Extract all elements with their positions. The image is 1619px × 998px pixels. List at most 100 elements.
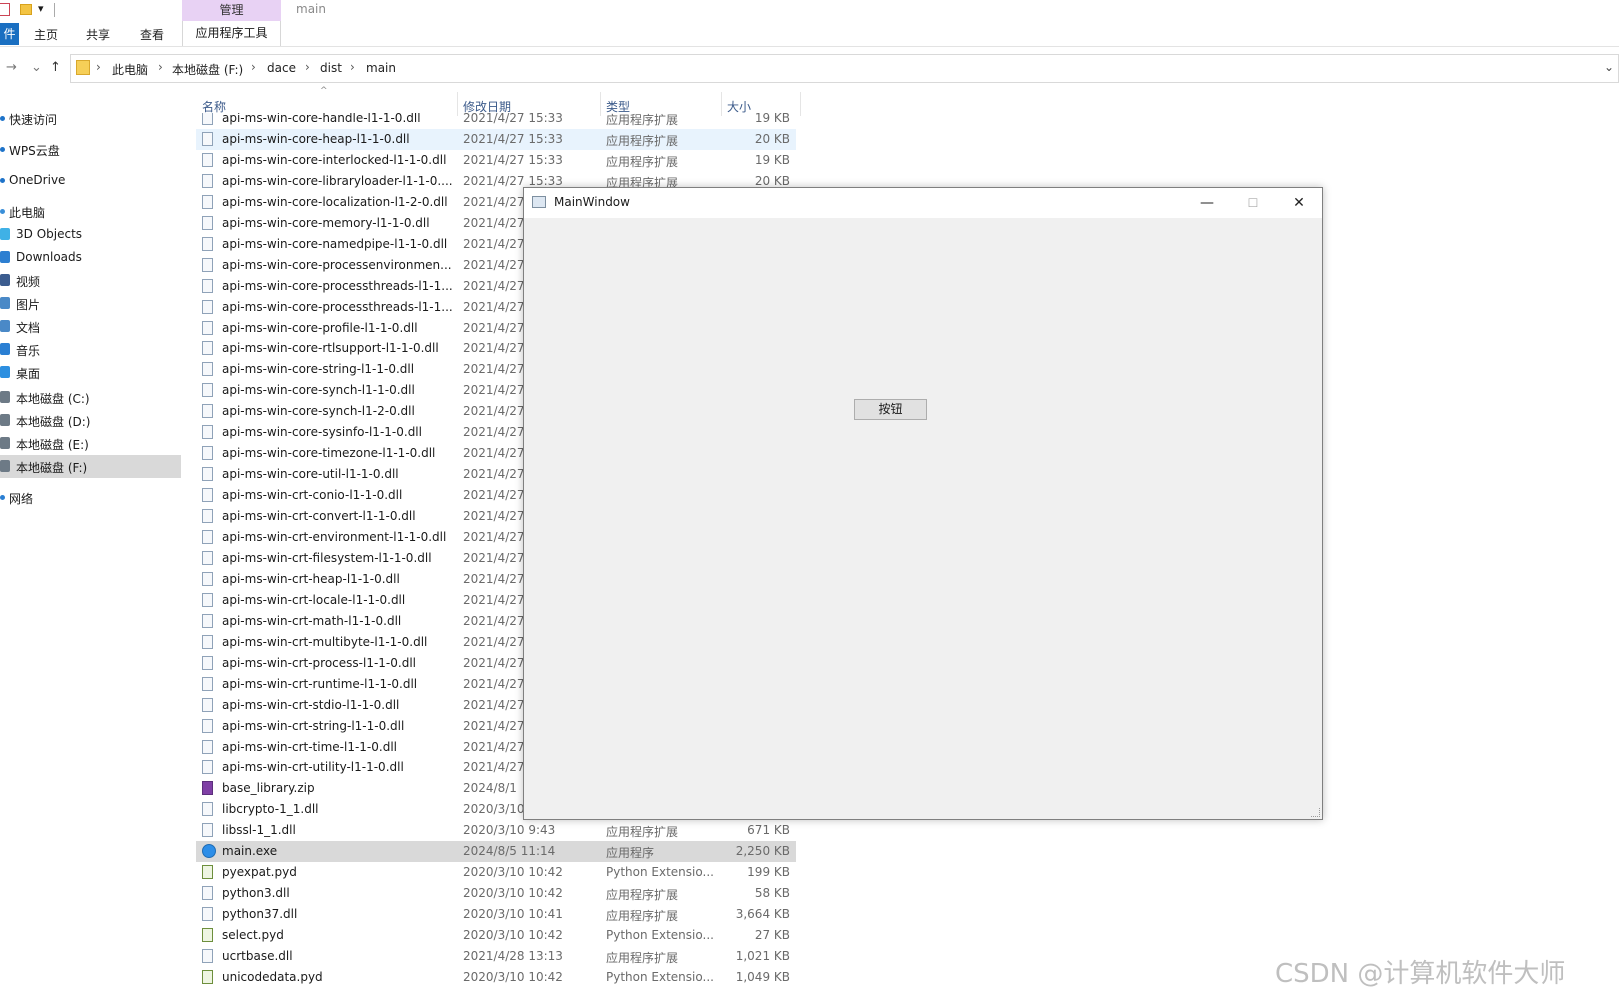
file-name: unicodedata.pyd bbox=[222, 969, 323, 984]
file-name: api-ms-win-core-profile-l1-1-0.dll bbox=[222, 320, 418, 335]
forward-button[interactable]: → bbox=[6, 60, 17, 75]
breadcrumb-separator[interactable]: › bbox=[96, 60, 101, 74]
file-size: 20 KB bbox=[754, 173, 790, 188]
dll-file-icon bbox=[202, 634, 213, 649]
sidebar-item[interactable]: 图片 bbox=[0, 292, 181, 315]
properties-icon[interactable] bbox=[0, 3, 10, 16]
tab-view[interactable]: 查看 bbox=[140, 26, 164, 43]
sidebar-item[interactable]: 本地磁盘 (E:) bbox=[0, 432, 181, 455]
pictures-icon bbox=[0, 297, 10, 309]
file-row[interactable]: libssl-1_1.dll 2020/3/10 9:43 应用程序扩展 671 KB bbox=[196, 820, 796, 841]
file-row[interactable]: python3.dll 2020/3/10 10:42 应用程序扩展 58 KB bbox=[196, 883, 796, 904]
file-row[interactable]: ucrtbase.dll 2021/4/28 13:13 应用程序扩展 1,021 K… bbox=[196, 946, 796, 967]
network-icon bbox=[0, 495, 5, 500]
minimize-button[interactable]: — bbox=[1184, 188, 1230, 218]
drive-icon bbox=[0, 414, 10, 426]
file-date: 2021/4/27 15:33 bbox=[463, 113, 563, 125]
file-size: 3,664 KB bbox=[735, 907, 790, 922]
sidebar-item[interactable]: 视频 bbox=[0, 269, 181, 292]
file-name: api-ms-win-core-libraryloader-l1-1-0.... bbox=[222, 173, 452, 188]
file-row[interactable]: python37.dll 2020/3/10 10:41 应用程序扩展 3,664 K… bbox=[196, 904, 796, 925]
sidebar-item[interactable]: Downloads bbox=[0, 246, 181, 269]
dll-file-icon bbox=[202, 550, 213, 565]
breadcrumb-separator[interactable]: › bbox=[251, 60, 256, 74]
breadcrumb-separator[interactable]: › bbox=[305, 60, 310, 74]
file-type: Python Extensio... bbox=[606, 969, 714, 984]
sidebar-item[interactable]: 网络 bbox=[0, 486, 181, 509]
dll-file-icon bbox=[202, 655, 213, 670]
sidebar-item-label: 本地磁盘 (C:) bbox=[16, 392, 90, 406]
sidebar-item[interactable]: 此电脑 bbox=[0, 200, 181, 223]
file-date: 2021/4/27 bbox=[463, 592, 525, 607]
breadcrumb-dist[interactable]: dist bbox=[320, 61, 342, 75]
sidebar-item-label: 网络 bbox=[9, 492, 34, 506]
address-bar[interactable] bbox=[70, 54, 1619, 83]
file-row[interactable]: pyexpat.pyd 2020/3/10 10:42 Python Extensi… bbox=[196, 862, 796, 883]
tab-share[interactable]: 共享 bbox=[86, 26, 110, 43]
address-dropdown-icon[interactable]: ⌄ bbox=[1604, 60, 1614, 74]
file-date: 2021/4/27 bbox=[463, 446, 525, 461]
file-date: 2021/4/27 15:33 bbox=[463, 131, 563, 146]
sidebar-item[interactable]: 本地磁盘 (F:) bbox=[0, 455, 181, 478]
close-button[interactable]: ✕ bbox=[1276, 188, 1322, 218]
breadcrumb-drive-f[interactable]: 本地磁盘 (F:) bbox=[172, 61, 243, 78]
main-window-titlebar[interactable]: MainWindow — ☐ ✕ bbox=[524, 188, 1322, 218]
python-file-icon bbox=[202, 969, 213, 984]
breadcrumb-main[interactable]: main bbox=[366, 61, 396, 75]
up-button[interactable]: ↑ bbox=[50, 60, 61, 75]
sidebar-item[interactable]: 3D Objects bbox=[0, 223, 181, 246]
file-row[interactable]: main.exe 2024/8/5 11:14 应用程序 2,250 KB bbox=[196, 841, 796, 863]
download-icon bbox=[0, 251, 10, 263]
sidebar-item-label: OneDrive bbox=[9, 173, 66, 187]
file-name: libcrypto-1_1.dll bbox=[222, 802, 319, 817]
file-row[interactable]: select.pyd 2020/3/10 10:42 Python Extensio… bbox=[196, 925, 796, 946]
sidebar-item[interactable]: 快速访问 bbox=[0, 107, 181, 130]
tab-app-tools[interactable]: 应用程序工具 bbox=[182, 21, 281, 46]
file-type: 应用程序扩展 bbox=[606, 154, 679, 169]
file-date: 2021/4/27 15:33 bbox=[463, 173, 563, 188]
file-row[interactable]: api-ms-win-core-heap-l1-1-0.dll 2021/4/27… bbox=[196, 128, 796, 150]
sidebar-item-label: 本地磁盘 (E:) bbox=[16, 438, 89, 452]
column-divider[interactable] bbox=[800, 92, 801, 116]
breadcrumb-separator[interactable]: › bbox=[158, 60, 163, 74]
file-name: api-ms-win-core-synch-l1-2-0.dll bbox=[222, 404, 415, 419]
recent-locations-button[interactable]: ⌄ bbox=[31, 60, 42, 75]
new-folder-icon[interactable] bbox=[20, 4, 32, 15]
file-row[interactable]: api-ms-win-core-interlocked-l1-1-0.dll 20… bbox=[196, 150, 796, 171]
file-row[interactable]: unicodedata.pyd 2020/3/10 10:42 Python Ext… bbox=[196, 967, 796, 988]
qat-dropdown-icon[interactable]: ▾ bbox=[38, 2, 44, 15]
dll-file-icon bbox=[202, 488, 213, 503]
dll-file-icon bbox=[202, 320, 213, 335]
breadcrumb-separator[interactable]: › bbox=[350, 60, 355, 74]
file-name: api-ms-win-crt-process-l1-1-0.dll bbox=[222, 655, 416, 670]
sidebar-item[interactable]: 文档 bbox=[0, 315, 181, 338]
sidebar-item-label: 桌面 bbox=[16, 367, 41, 381]
sidebar-item[interactable]: OneDrive bbox=[0, 169, 181, 192]
computer-icon bbox=[0, 209, 5, 214]
tab-file[interactable]: 件 bbox=[0, 23, 19, 45]
sidebar-item[interactable]: 本地磁盘 (C:) bbox=[0, 386, 181, 409]
dll-file-icon bbox=[202, 152, 213, 167]
maximize-button[interactable]: ☐ bbox=[1230, 188, 1276, 218]
resize-grip-icon[interactable] bbox=[1311, 808, 1320, 817]
dll-file-icon bbox=[202, 173, 213, 188]
breadcrumb-this-pc[interactable]: 此电脑 bbox=[112, 61, 148, 78]
breadcrumb-dace[interactable]: dace bbox=[267, 61, 296, 75]
file-type: 应用程序扩展 bbox=[606, 133, 679, 148]
app-window-icon bbox=[532, 196, 546, 208]
push-button[interactable]: 按钮 bbox=[854, 399, 927, 420]
folder-icon bbox=[76, 60, 90, 75]
sidebar-item[interactable]: 音乐 bbox=[0, 338, 181, 361]
file-name: api-ms-win-core-util-l1-1-0.dll bbox=[222, 467, 399, 482]
file-date: 2021/4/27 15:33 bbox=[463, 152, 563, 167]
file-size: 19 KB bbox=[754, 152, 790, 167]
star-icon bbox=[0, 116, 5, 121]
sidebar-item[interactable]: 桌面 bbox=[0, 361, 181, 384]
sidebar-item[interactable]: 本地磁盘 (D:) bbox=[0, 409, 181, 432]
file-type: 应用程序扩展 bbox=[606, 888, 679, 903]
sidebar-item[interactable]: WPS云盘 bbox=[0, 138, 181, 161]
file-name: api-ms-win-crt-runtime-l1-1-0.dll bbox=[222, 676, 418, 691]
tab-home[interactable]: 主页 bbox=[34, 26, 58, 43]
file-row[interactable]: api-ms-win-core-handle-l1-1-0.dll 2021/4/… bbox=[196, 113, 796, 129]
file-name: select.pyd bbox=[222, 928, 284, 943]
